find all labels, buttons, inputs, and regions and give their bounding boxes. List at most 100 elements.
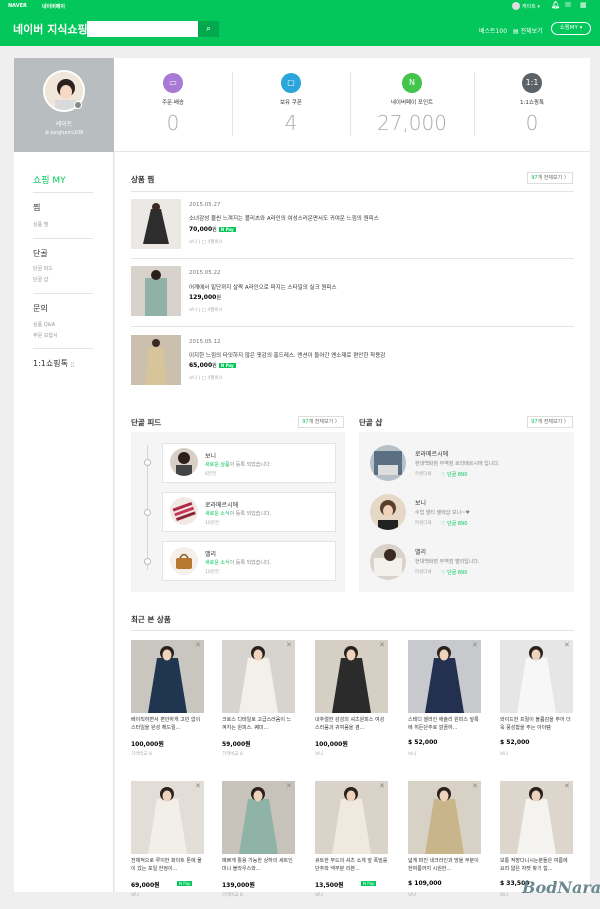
shop-fans[interactable]: ♡ 단골 890 [441, 471, 467, 478]
divider [131, 191, 574, 192]
brand-logo[interactable]: 네이버 지식쇼핑 [13, 21, 88, 37]
shop-avatar[interactable] [370, 494, 406, 530]
close-icon[interactable]: ✕ [379, 782, 385, 790]
product-price: 100,000원 [131, 741, 164, 748]
product-title[interactable]: 전체적으로 루이한 화이트 톤에 물이 갔는 포일 한정이... [131, 857, 204, 875]
wish-item-title[interactable]: 이지한 느낌의 타잇하지 않은 핏감의 홍드레스. 엔션이 들어간 옌소재로 편… [189, 351, 385, 359]
npay-badge: N Pay [218, 227, 236, 232]
shop-name[interactable]: 보니 [415, 498, 426, 507]
close-icon[interactable]: ✕ [286, 641, 292, 649]
npay-badge: N Pay [361, 881, 377, 886]
user-avatar[interactable] [512, 2, 520, 10]
product-title[interactable]: 와이드한 프릴이 볼륨감을 주어 더욱 풍성함을 주는 아이템 [500, 716, 573, 734]
all-menu-link[interactable]: ▤ 전체보기 [513, 26, 543, 35]
talk-icon: 1:1 [522, 73, 542, 93]
close-icon[interactable]: ✕ [195, 782, 201, 790]
product-title[interactable]: 넓게 퍼진 네크라인과 망울 부분이 한여름까지 시원한... [408, 857, 481, 875]
shop-name[interactable]: 밸리 [415, 547, 426, 556]
product-title[interactable]: 보통 적장다니시는분들은 여름에 요리 얇은 자켓 찾기 힘... [500, 857, 573, 875]
bell-icon[interactable]: 🔔︎ [551, 1, 560, 9]
recent-product-card[interactable]: ✕ 내추럴한 감성의 셔츠원피스 여성스러움과 귀여움을 겸... 100,000원… [315, 640, 388, 765]
close-icon[interactable]: ✕ [286, 782, 292, 790]
sidebar-item-wish[interactable]: 상품 찜 [33, 221, 48, 228]
stats-bar: ▭ 주문·배송 0 ▢ 보유 쿠폰 4 N 네이버페이 포인트 27,000 1… [114, 58, 590, 152]
shops-more-button[interactable]: 97개 전체보기 〉 [527, 416, 573, 428]
section-title-feed: 단골 피드 [131, 418, 162, 427]
stat-coupons[interactable]: ▢ 보유 쿠폰 4 [232, 58, 350, 152]
timeline-dot [144, 558, 151, 565]
product-title[interactable]: 스테디 셀러인 애슐리 원피스 앞록에 히든단추로 깔끔하... [408, 716, 481, 734]
product-title[interactable]: 예쁘게 활용 가능한 상하의 세트인 미니 블라우스와... [222, 857, 295, 875]
divider [131, 326, 574, 327]
product-title[interactable]: 크로스 디테일로 고급스러움이 느껴지는 원피스. 퀘미... [222, 716, 295, 734]
recent-product-card[interactable]: ✕ 크로스 디테일로 고급스러움이 느껴지는 원피스. 퀘미... 59,000원 가… [222, 640, 295, 765]
wish-item-title[interactable]: 소녀감성 물씬 느껴지는 플리츠와 A라인의 여성스러운면서도 귀여운 느낌의 … [189, 214, 379, 222]
shop-avatar[interactable] [370, 445, 406, 481]
shop-avatar[interactable] [370, 544, 406, 580]
stat-points[interactable]: N 네이버페이 포인트 27,000 [350, 58, 474, 152]
product-title[interactable]: 내추럴한 감성의 셔츠원피스 여성스러움과 귀여움을 겸... [315, 716, 388, 734]
close-icon[interactable]: ✕ [379, 641, 385, 649]
recent-product-card[interactable]: ✕ 넓게 퍼진 네크라인과 망울 부분이 한여름까지 시원한... $ 109,00… [408, 781, 481, 906]
recent-product-card[interactable]: ✕ 예쁘게 활용 가능한 상하의 세트인 미니 블라우스와... 139,000원 가… [222, 781, 295, 906]
recent-product-card[interactable]: ✕ 전체적으로 루이한 화이트 톤에 물이 갔는 포일 한정이... 69,000원… [131, 781, 204, 906]
recent-product-card[interactable]: ✕ 와이드한 프릴이 볼륨감을 주어 더욱 풍성함을 주는 아이템 $ 52,000… [500, 640, 573, 765]
shop-fans[interactable]: ♡ 단골 890 [441, 569, 467, 576]
feed-more-button[interactable]: 97개 전체보기 〉 [298, 416, 344, 428]
sidebar-heading-wish[interactable]: 찜 [33, 202, 40, 213]
close-icon[interactable]: ✕ [472, 782, 478, 790]
sidebar-heading-inquiry[interactable]: 문의 [33, 303, 48, 314]
apps-icon[interactable]: ▦ [580, 1, 587, 9]
mail-icon[interactable]: ✉ [565, 1, 571, 9]
product-title[interactable]: 베이직하면서 편안하게 고민 없이 스타일을 완성 해드릴... [131, 716, 204, 734]
wish-item-price: 65,000원 N Pay [189, 362, 236, 369]
wish-item-thumb[interactable] [131, 199, 181, 249]
product-title[interactable]: 큐트한 무드의 셔츠 소게 앞 폭밀룰 단추와 넥부분 리본... [315, 857, 388, 875]
product-price: $ 109,000 [408, 880, 442, 887]
sidebar-item-qna[interactable]: 상품 Q&A [33, 321, 55, 328]
best100-link[interactable]: 베스트100 [479, 26, 507, 35]
close-icon[interactable]: ✕ [564, 782, 570, 790]
sidebar-item-shops[interactable]: 단골 샵 [33, 276, 48, 283]
product-image [131, 640, 204, 713]
stat-talk[interactable]: 1:1 1:1쇼핑톡 0 [474, 58, 590, 152]
product-meta: 보니 [408, 893, 417, 898]
shop-name[interactable]: 로라메르시에 [415, 449, 448, 458]
wish-item-thumb[interactable] [131, 335, 181, 385]
product-meta: 보니 [500, 893, 509, 898]
sidebar-item-talk[interactable]: 1:1쇼핑톡 ▯ [33, 358, 74, 369]
close-icon[interactable]: ✕ [472, 641, 478, 649]
search-input[interactable] [87, 21, 198, 37]
timeline-dot [144, 509, 151, 516]
product-image [408, 640, 481, 713]
close-icon[interactable]: ✕ [564, 641, 570, 649]
recent-product-card[interactable]: ✕ 베이직하면서 편안하게 고민 없이 스타일을 완성 해드릴... 100,000… [131, 640, 204, 765]
wish-more-button[interactable]: 97개 전체보기 〉 [527, 172, 573, 184]
recent-product-card[interactable]: ✕ 스테디 셀러인 애슐리 원피스 앞록에 히든단추로 깔끔하... $ 52,00… [408, 640, 481, 765]
sidebar-item-feed[interactable]: 단골 피드 [33, 265, 53, 272]
sidebar-heading-regular[interactable]: 단골 [33, 248, 48, 259]
wish-item-thumb[interactable] [131, 266, 181, 316]
recent-product-card[interactable]: ✕ 큐트한 무드의 셔츠 소게 앞 폭밀룰 단추와 넥부분 리본... 13,500… [315, 781, 388, 906]
naver-logo[interactable]: NAVER [8, 3, 27, 9]
user-menu[interactable]: 캐이트 ▾ [522, 3, 540, 10]
product-image [131, 781, 204, 854]
product-price: $ 52,000 [500, 739, 530, 746]
npay-link[interactable]: 네이버페이 [42, 3, 65, 10]
close-icon[interactable]: ✕ [195, 641, 201, 649]
section-title-wish: 상품 찜 [131, 175, 155, 184]
product-price: 100,000원 [315, 741, 348, 748]
stat-orders[interactable]: ▭ 주문·배송 0 [114, 58, 232, 152]
wish-item-title[interactable]: 어깨에서 밑단까지 살짝 A라인으로 퍼지는 스타일의 실크 원피스 [189, 283, 337, 291]
feed-avatar [170, 547, 198, 575]
shop-fans[interactable]: ♡ 단골 890 [441, 520, 467, 527]
search-button[interactable]: ⌕ [198, 21, 219, 37]
product-image [222, 781, 295, 854]
shopping-my-button[interactable]: 쇼핑MY ▾ [551, 22, 591, 35]
sidebar-title[interactable]: 쇼핑 MY [33, 173, 66, 186]
wish-item-price: 129,000원 [189, 294, 221, 301]
settings-icon[interactable] [74, 101, 82, 109]
search-icon: ⌕ [205, 24, 212, 34]
profile-id: ⊕ junglunrs208 [44, 130, 84, 136]
sidebar-item-report[interactable]: 주문 모험서 [33, 332, 58, 339]
